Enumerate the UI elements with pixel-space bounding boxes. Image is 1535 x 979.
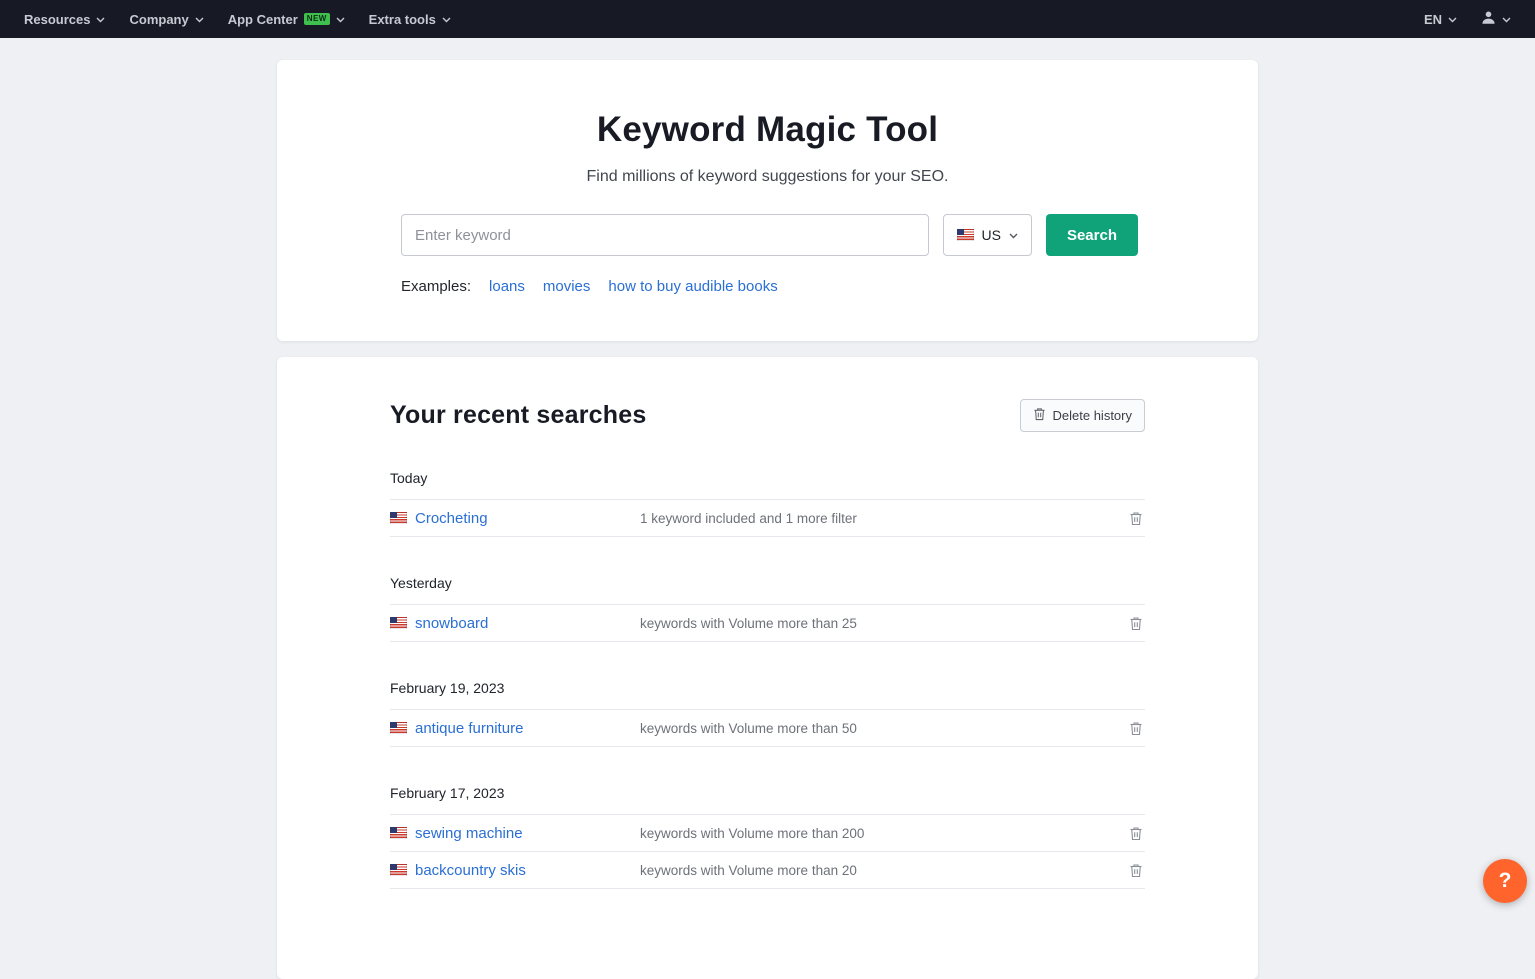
- delete-history-button[interactable]: Delete history: [1020, 399, 1145, 432]
- user-icon: [1481, 10, 1496, 28]
- group-date: Today: [390, 462, 1145, 500]
- page-subtitle: Find millions of keyword suggestions for…: [277, 168, 1258, 186]
- chevron-down-icon: [1009, 233, 1018, 239]
- recent-group: February 19, 2023 antique furniture keyw…: [390, 672, 1145, 747]
- delete-row-button[interactable]: [1127, 824, 1145, 843]
- group-date: February 19, 2023: [390, 672, 1145, 710]
- keyword-link[interactable]: backcountry skis: [415, 862, 526, 879]
- new-badge: NEW: [304, 13, 330, 25]
- examples-label: Examples:: [401, 278, 471, 295]
- nav-company-label: Company: [129, 12, 188, 27]
- recent-search-row: backcountry skis keywords with Volume mo…: [390, 852, 1145, 889]
- nav-extra-tools-label: Extra tools: [369, 12, 436, 27]
- recent-searches-title: Your recent searches: [390, 401, 646, 430]
- nav-extra-tools[interactable]: Extra tools: [357, 0, 463, 38]
- chevron-down-icon: [336, 17, 345, 23]
- language-label: EN: [1424, 12, 1442, 27]
- delete-row-button[interactable]: [1127, 614, 1145, 633]
- recent-group: Today Crocheting 1 keyword included and …: [390, 462, 1145, 537]
- chevron-down-icon: [96, 17, 105, 23]
- nav-app-center[interactable]: App Center NEW: [216, 0, 357, 38]
- page-title: Keyword Magic Tool: [277, 110, 1258, 150]
- keyword-cell: Crocheting: [390, 510, 640, 527]
- recent-search-row: Crocheting 1 keyword included and 1 more…: [390, 500, 1145, 537]
- nav-resources[interactable]: Resources: [12, 0, 117, 38]
- keyword-input[interactable]: [401, 214, 929, 256]
- nav-app-center-label: App Center: [228, 12, 298, 27]
- database-selector[interactable]: US: [943, 214, 1032, 256]
- chevron-down-icon: [195, 17, 204, 23]
- recent-searches-card: Your recent searches Delete history Toda…: [277, 357, 1258, 979]
- nav-resources-label: Resources: [24, 12, 90, 27]
- us-flag-icon: [390, 827, 407, 839]
- search-details: keywords with Volume more than 50: [640, 721, 1127, 736]
- chevron-down-icon: [1502, 17, 1511, 23]
- delete-row-button[interactable]: [1127, 509, 1145, 528]
- group-date: February 17, 2023: [390, 777, 1145, 815]
- search-details: keywords with Volume more than 25: [640, 616, 1127, 631]
- top-navbar: Resources Company App Center NEW Extra t…: [0, 0, 1535, 38]
- recent-group: February 17, 2023 sewing machine keyword…: [390, 777, 1145, 889]
- us-flag-icon: [957, 229, 974, 241]
- us-flag-icon: [390, 722, 407, 734]
- chevron-down-icon: [442, 17, 451, 23]
- keyword-link[interactable]: snowboard: [415, 615, 488, 632]
- profile-menu[interactable]: [1469, 0, 1523, 38]
- keyword-cell: sewing machine: [390, 825, 640, 842]
- delete-row-button[interactable]: [1127, 861, 1145, 880]
- search-details: 1 keyword included and 1 more filter: [640, 511, 1127, 526]
- keyword-cell: backcountry skis: [390, 862, 640, 879]
- delete-row-button[interactable]: [1127, 719, 1145, 738]
- keyword-link[interactable]: sewing machine: [415, 825, 523, 842]
- recent-search-row: snowboard keywords with Volume more than…: [390, 605, 1145, 642]
- keyword-magic-card: Keyword Magic Tool Find millions of keyw…: [277, 60, 1258, 341]
- page-content: Keyword Magic Tool Find millions of keyw…: [0, 38, 1535, 979]
- us-flag-icon: [390, 512, 407, 524]
- recent-group: Yesterday snowboard keywords with Volume…: [390, 567, 1145, 642]
- example-link-audible[interactable]: how to buy audible books: [608, 278, 777, 295]
- recent-search-row: sewing machine keywords with Volume more…: [390, 815, 1145, 852]
- database-value: US: [982, 227, 1001, 243]
- search-details: keywords with Volume more than 200: [640, 826, 1127, 841]
- chevron-down-icon: [1448, 17, 1457, 23]
- us-flag-icon: [390, 864, 407, 876]
- group-date: Yesterday: [390, 567, 1145, 605]
- examples-row: Examples: loans movies how to buy audibl…: [401, 278, 1138, 295]
- keyword-cell: snowboard: [390, 615, 640, 632]
- example-link-loans[interactable]: loans: [489, 278, 525, 295]
- delete-history-label: Delete history: [1053, 408, 1132, 423]
- recent-header: Your recent searches Delete history: [390, 399, 1145, 432]
- recent-search-row: antique furniture keywords with Volume m…: [390, 710, 1145, 747]
- nav-company[interactable]: Company: [117, 0, 215, 38]
- example-link-movies[interactable]: movies: [543, 278, 591, 295]
- navbar-left: Resources Company App Center NEW Extra t…: [12, 0, 463, 38]
- language-selector[interactable]: EN: [1412, 0, 1469, 38]
- keyword-link[interactable]: Crocheting: [415, 510, 488, 527]
- us-flag-icon: [390, 617, 407, 629]
- navbar-right: EN: [1412, 0, 1523, 38]
- search-button[interactable]: Search: [1046, 214, 1138, 256]
- keyword-link[interactable]: antique furniture: [415, 720, 523, 737]
- keyword-cell: antique furniture: [390, 720, 640, 737]
- search-details: keywords with Volume more than 20: [640, 863, 1127, 878]
- search-row: US Search: [401, 214, 1138, 256]
- trash-icon: [1033, 407, 1046, 424]
- help-button[interactable]: ?: [1483, 859, 1527, 903]
